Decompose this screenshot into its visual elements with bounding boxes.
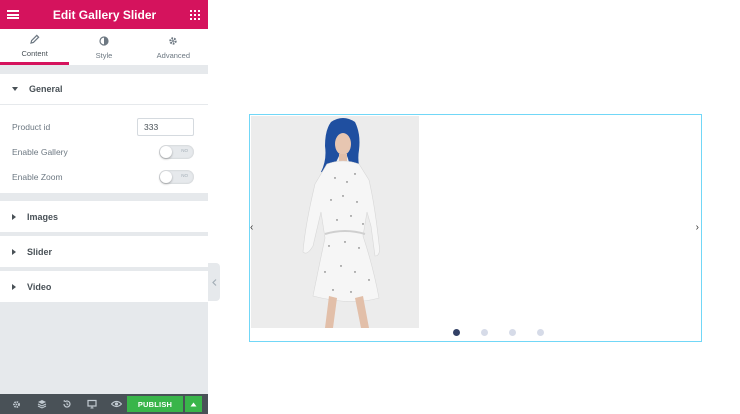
panel-tabs: Content Style Advanced	[0, 29, 208, 66]
section-title: Images	[27, 211, 59, 222]
publish-options-button[interactable]	[185, 396, 202, 412]
enable-gallery-toggle[interactable]: NO	[159, 144, 194, 159]
slider-dot[interactable]	[537, 329, 544, 336]
grid-icon[interactable]	[190, 9, 200, 20]
chevron-left-icon	[211, 278, 216, 286]
product-id-label: Product id	[12, 121, 51, 132]
caret-right-icon	[12, 213, 16, 220]
toggle-state: NO	[181, 172, 188, 178]
gear-icon	[168, 35, 178, 47]
tab-style[interactable]: Style	[69, 29, 138, 65]
product-photo	[251, 116, 419, 328]
tab-label: Style	[95, 50, 113, 60]
section-title: Slider	[27, 246, 53, 257]
panel-collapse-handle[interactable]	[208, 263, 220, 301]
layers-icon[interactable]	[29, 394, 54, 414]
toggle-knob	[160, 145, 172, 158]
section-general[interactable]: General	[0, 74, 208, 105]
panel-header: Edit Gallery Slider	[0, 0, 208, 29]
product-id-row: Product id 333	[12, 114, 194, 139]
general-controls: Product id 333 Enable Gallery NO Enable …	[0, 105, 208, 193]
tab-label: Content	[21, 49, 48, 58]
publish-button[interactable]: PUBLISH	[127, 396, 183, 412]
toggle-knob	[160, 170, 172, 183]
section-title: Video	[27, 281, 52, 292]
section-slider[interactable]: Slider	[0, 236, 208, 267]
history-icon[interactable]	[54, 394, 79, 414]
slider-next-arrow[interactable]: ›	[696, 222, 699, 233]
caret-up-icon	[190, 402, 197, 406]
toggle-state: NO	[181, 147, 188, 153]
slider-dot[interactable]	[481, 329, 488, 336]
enable-zoom-row: Enable Zoom NO	[12, 164, 194, 189]
caret-right-icon	[12, 248, 16, 255]
tab-content[interactable]: Content	[0, 29, 70, 65]
slider-prev-arrow[interactable]: ‹	[250, 222, 253, 233]
gallery-slider: ‹ ›	[249, 114, 702, 342]
enable-zoom-toggle[interactable]: NO	[159, 169, 194, 184]
enable-gallery-label: Enable Gallery	[12, 146, 68, 157]
section-title: General	[29, 84, 63, 94]
tab-advanced[interactable]: Advanced	[139, 29, 208, 65]
section-images[interactable]: Images	[0, 201, 208, 232]
hamburger-icon[interactable]	[7, 10, 19, 19]
enable-zoom-label: Enable Zoom	[12, 171, 63, 182]
tab-label: Advanced	[156, 50, 190, 60]
editor-panel: Edit Gallery Slider Content Style Advanc…	[0, 0, 208, 414]
product-id-input[interactable]: 333	[137, 117, 194, 136]
panel-title: Edit Gallery Slider	[52, 7, 157, 22]
pencil-icon	[29, 33, 40, 45]
preview-eye-icon[interactable]	[104, 394, 129, 414]
responsive-icon[interactable]	[79, 394, 104, 414]
slider-dot[interactable]	[453, 329, 460, 336]
panel-footer: PUBLISH	[0, 394, 208, 414]
settings-icon[interactable]	[4, 394, 29, 414]
section-video[interactable]: Video	[0, 271, 208, 302]
enable-gallery-row: Enable Gallery NO	[12, 139, 194, 164]
caret-right-icon	[12, 283, 16, 290]
slider-pagination	[453, 329, 565, 336]
caret-down-icon	[12, 87, 18, 91]
slider-dot[interactable]	[509, 329, 516, 336]
contrast-icon	[99, 35, 109, 47]
